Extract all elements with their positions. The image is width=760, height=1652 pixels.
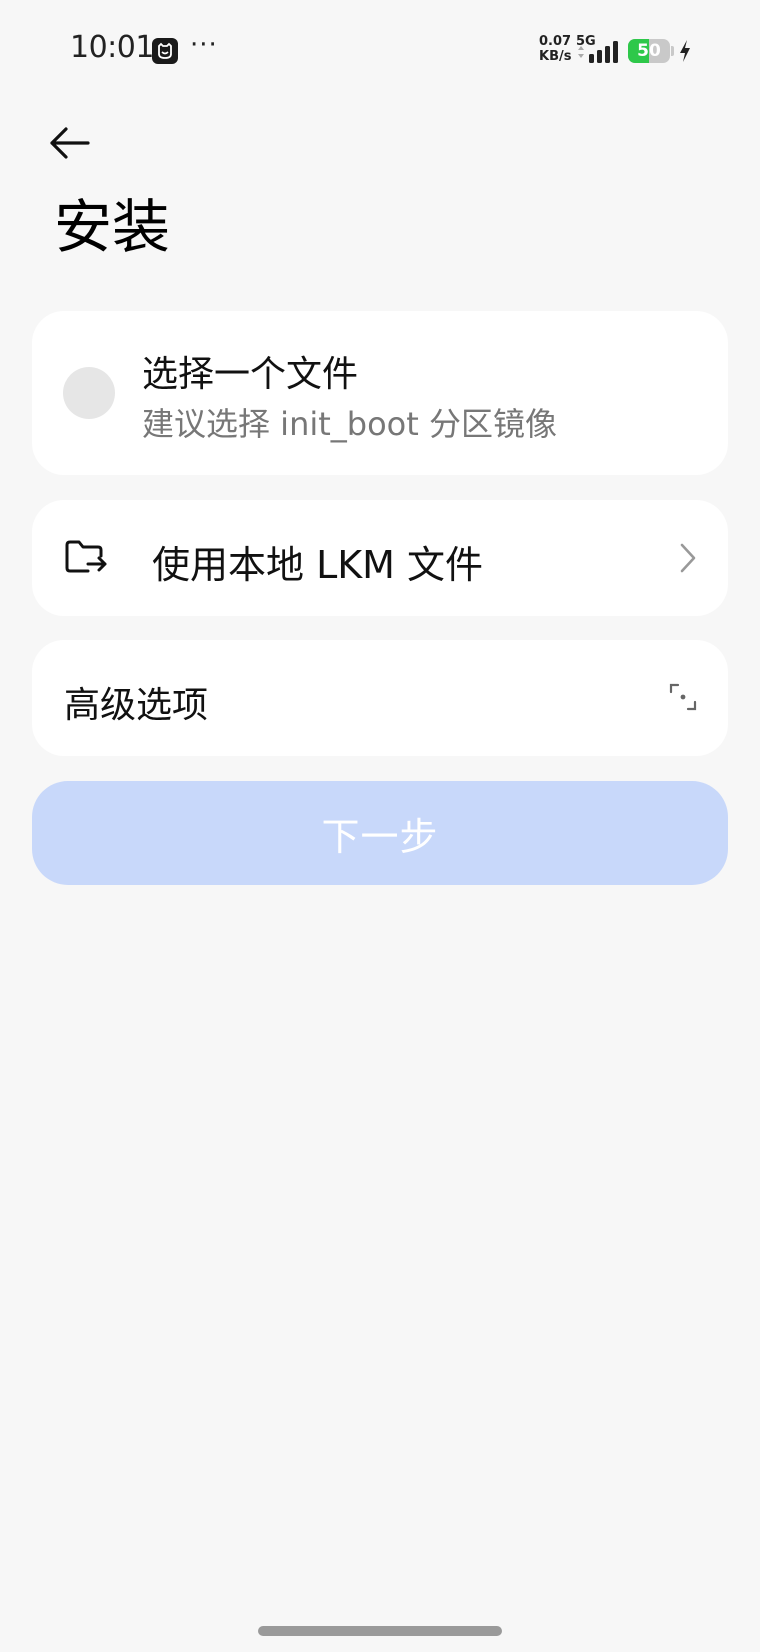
- status-time: 10:01: [70, 30, 154, 65]
- app-notification-icon: [152, 38, 178, 64]
- status-bar: 10:01 ··· 0.07 KB/s 5G 50: [0, 0, 760, 100]
- select-file-title: 选择一个文件: [142, 354, 359, 395]
- home-indicator[interactable]: [258, 1626, 502, 1636]
- select-file-card[interactable]: 选择一个文件 建议选择 init_boot 分区镜像: [32, 311, 728, 475]
- battery-cap: [671, 46, 674, 56]
- arrow-left-icon: [50, 127, 90, 159]
- back-button[interactable]: [44, 118, 94, 168]
- advanced-options-label: 高级选项: [64, 685, 209, 726]
- chevron-right-icon: [678, 542, 698, 578]
- net-speed: 0.07 KB/s: [539, 34, 571, 64]
- expand-icon: [668, 682, 698, 716]
- battery-level: 50: [637, 41, 661, 61]
- use-local-lkm-label: 使用本地 LKM 文件: [152, 543, 484, 587]
- select-file-subtitle: 建议选择 init_boot 分区镜像: [142, 405, 557, 443]
- overflow-dots: ···: [190, 30, 218, 60]
- folder-import-icon: [64, 538, 108, 582]
- signal-icon: [576, 40, 624, 68]
- battery-icon: 50: [628, 39, 670, 63]
- charging-icon: [678, 39, 692, 67]
- net-speed-unit: KB/s: [539, 49, 572, 64]
- next-step-button[interactable]: 下一步: [32, 781, 728, 885]
- net-speed-value: 0.07: [539, 34, 572, 49]
- select-file-radio[interactable]: [63, 367, 115, 419]
- advanced-options-item[interactable]: 高级选项: [32, 640, 728, 756]
- page-title: 安装: [54, 193, 171, 261]
- use-local-lkm-item[interactable]: 使用本地 LKM 文件: [32, 500, 728, 616]
